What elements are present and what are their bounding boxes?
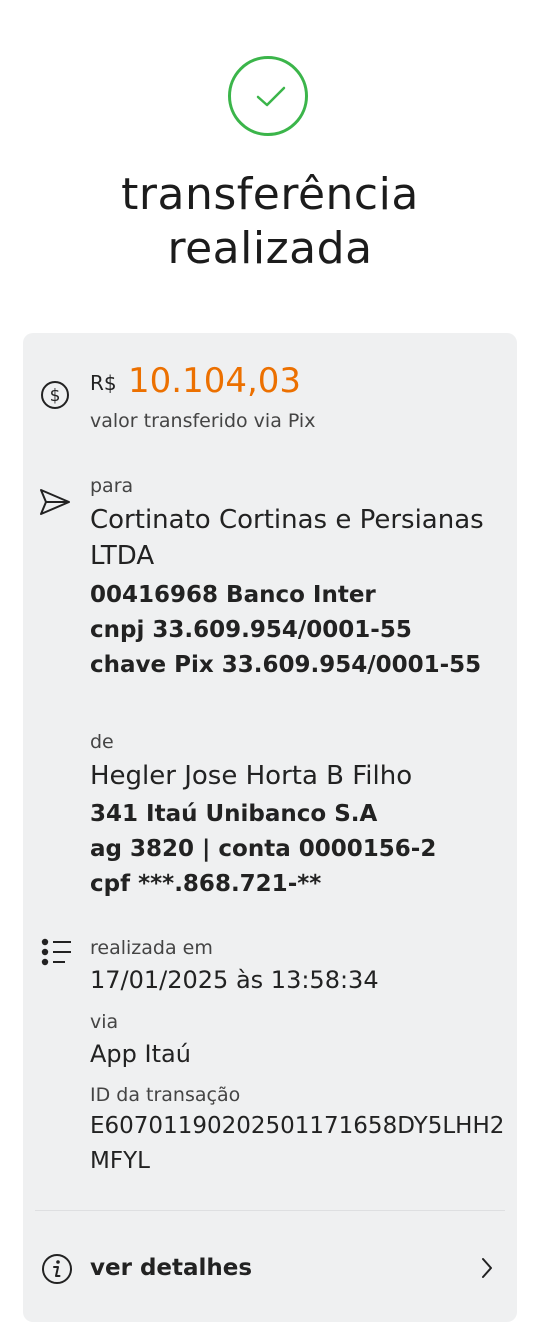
sender-document: cpf ***.868.721-** — [90, 871, 322, 897]
via-value: App Itaú — [90, 1040, 191, 1068]
transaction-id-line-1: E60701190202501171658DY5LHH2 — [90, 1113, 505, 1139]
sender-name: Hegler Jose Horta B Filho — [90, 761, 413, 791]
svg-text:$: $ — [50, 386, 61, 406]
recipient-bank: 00416968 Banco Inter — [90, 582, 376, 608]
sender-label: de — [90, 731, 114, 753]
title-line-2: realizada — [167, 223, 373, 274]
date-value: 17/01/2025 às 13:58:34 — [90, 966, 379, 994]
transaction-id-line-2: MFYL — [90, 1148, 150, 1174]
dollar-icon: $ — [41, 381, 69, 409]
via-label: via — [90, 1011, 119, 1033]
sender-bank: 341 Itaú Unibanco S.A — [90, 801, 378, 827]
view-details-label: ver detalhes — [90, 1255, 253, 1281]
view-details-row[interactable]: ver detalhes — [23, 1211, 517, 1322]
recipient-name-line-2: LTDA — [90, 541, 155, 571]
transaction-id-label: ID da transação — [90, 1084, 241, 1106]
title-line-1: transferência — [121, 169, 419, 220]
success-check-icon — [228, 56, 308, 136]
info-icon — [42, 1254, 72, 1284]
recipient-name-line-1: Cortinato Cortinas e Persianas — [90, 505, 484, 535]
list-icon — [41, 938, 71, 966]
recipient-document: cnpj 33.609.954/0001-55 — [90, 617, 412, 643]
recipient-label: para — [90, 475, 134, 497]
recipient-pix-key: chave Pix 33.609.954/0001-55 — [90, 652, 482, 678]
amount-value: 10.104,03 — [128, 361, 302, 401]
chevron-right-icon — [482, 1258, 492, 1278]
amount-caption: valor transferido via Pix — [90, 410, 316, 432]
page-title: transferência realizada — [0, 168, 540, 276]
date-label: realizada em — [90, 937, 213, 959]
amount-currency: R$ — [90, 371, 117, 395]
send-icon — [40, 489, 70, 515]
sender-account: ag 3820 | conta 0000156-2 — [90, 836, 437, 862]
